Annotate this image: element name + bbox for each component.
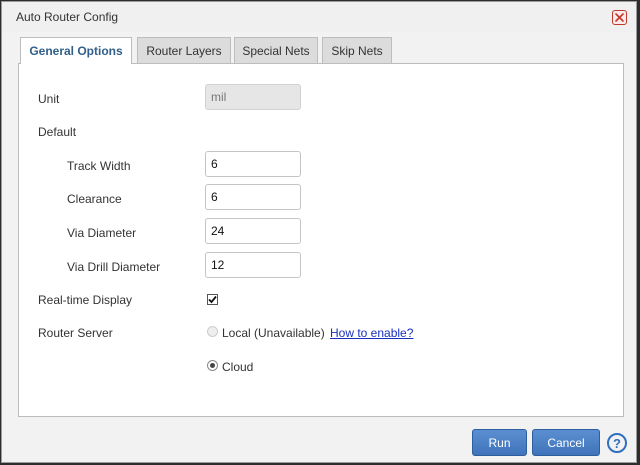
unit-label: Unit — [38, 92, 60, 106]
via-diameter-field[interactable] — [205, 218, 301, 244]
dialog-title: Auto Router Config — [16, 10, 119, 24]
title-bar[interactable]: Auto Router Config — [2, 2, 636, 32]
tab-skip-nets[interactable]: Skip Nets — [322, 37, 392, 63]
local-radio[interactable] — [207, 326, 218, 337]
checkmark-icon — [208, 295, 217, 304]
help-icon[interactable]: ? — [607, 433, 627, 453]
track-width-label: Track Width — [67, 159, 131, 173]
clearance-label: Clearance — [67, 192, 122, 206]
tab-special-nets[interactable]: Special Nets — [234, 37, 318, 63]
realtime-display-label: Real-time Display — [38, 293, 133, 307]
cloud-radio[interactable] — [207, 360, 218, 371]
via-diameter-label: Via Diameter — [67, 226, 137, 240]
tab-router-layers[interactable]: Router Layers — [137, 37, 231, 63]
realtime-display-checkbox[interactable] — [207, 294, 218, 305]
auto-router-config-dialog: Auto Router Config General Options Route… — [1, 1, 637, 463]
via-drill-diameter-field[interactable] — [205, 252, 301, 278]
cancel-button[interactable]: Cancel — [532, 429, 600, 456]
general-options-panel: Unit Default Track Width Clearance Via D… — [18, 63, 624, 417]
close-icon — [615, 13, 624, 22]
unit-field — [205, 84, 301, 110]
run-button[interactable]: Run — [472, 429, 527, 456]
track-width-field[interactable] — [205, 151, 301, 177]
how-to-enable-link[interactable]: How to enable? — [330, 326, 413, 340]
clearance-field[interactable] — [205, 184, 301, 210]
close-button[interactable] — [612, 10, 627, 25]
router-server-label: Router Server — [38, 326, 113, 340]
tab-general-options[interactable]: General Options — [20, 37, 132, 64]
local-radio-label: Local (Unavailable) — [222, 326, 325, 340]
default-label: Default — [38, 125, 77, 139]
cloud-radio-label: Cloud — [222, 360, 254, 374]
via-drill-diameter-label: Via Drill Diameter — [67, 260, 161, 274]
